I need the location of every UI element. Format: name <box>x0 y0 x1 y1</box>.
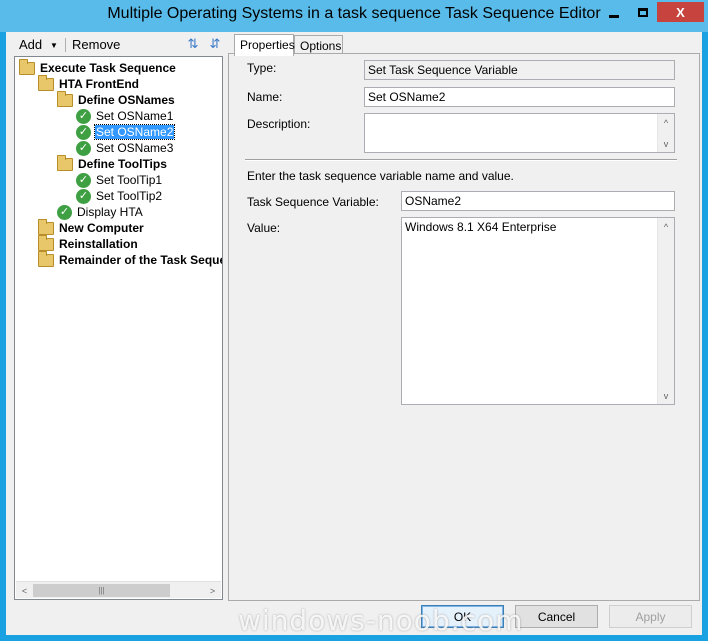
tree-toolbar: Add ▼ Remove ⇅ ⇵ <box>12 35 222 55</box>
instruction-text: Enter the task sequence variable name an… <box>247 169 514 183</box>
cancel-button[interactable]: Cancel <box>515 605 598 628</box>
value-textarea[interactable]: Windows 8.1 X64 Enterprise ^ v <box>401 217 675 405</box>
tree-viewport: Execute Task Sequence HTA FrontEnd Define … <box>15 57 222 577</box>
type-field: Set Task Sequence Variable <box>364 60 675 80</box>
scroll-thumb[interactable]: ||| <box>33 584 170 597</box>
description-scrollbar[interactable]: ^ v <box>657 114 674 152</box>
folder-icon <box>57 90 73 107</box>
tree-item-label: Set OSName1 <box>96 109 174 123</box>
tree-item-label: Execute Task Sequence <box>40 61 176 75</box>
scroll-down-icon[interactable]: v <box>658 387 674 404</box>
folder-icon <box>38 234 54 251</box>
scroll-up-icon[interactable]: ^ <box>658 114 674 131</box>
tree-item[interactable]: ✓ Set OSName2 <box>76 124 176 140</box>
toolbar-separator <box>65 38 66 52</box>
description-label: Description: <box>247 117 311 131</box>
add-menu-button[interactable]: Add <box>19 37 42 52</box>
scroll-up-icon[interactable]: ^ <box>658 218 674 235</box>
section-divider <box>245 159 677 161</box>
value-label: Value: <box>247 221 281 235</box>
tree-item-label: Set ToolTip2 <box>96 189 163 203</box>
tree-item[interactable]: Remainder of the Task Sequence <box>38 250 222 268</box>
folder-icon <box>38 250 54 267</box>
tree-item[interactable]: Reinstallation <box>38 234 139 252</box>
title-bar[interactable]: Multiple Operating Systems in a task seq… <box>0 0 708 32</box>
scroll-down-icon[interactable]: v <box>658 135 674 152</box>
tree-item[interactable]: ✓ Set ToolTip1 <box>76 172 163 188</box>
move-down-icon[interactable]: ⇵ <box>206 36 224 54</box>
tree-item-label: Set OSName3 <box>96 141 174 155</box>
move-up-icon[interactable]: ⇅ <box>184 36 202 54</box>
name-input[interactable]: Set OSName2 <box>364 87 675 107</box>
close-icon: X <box>676 4 685 20</box>
folder-icon <box>38 74 54 91</box>
tree-item-label: HTA FrontEnd <box>59 77 139 91</box>
tree-item[interactable]: Define ToolTips <box>57 154 168 172</box>
editor-client-area: Add ▼ Remove ⇅ ⇵ Execute Task Sequence HT… <box>6 32 702 635</box>
folder-icon <box>19 58 35 75</box>
folder-icon <box>38 218 54 235</box>
tree-item[interactable]: ✓ Display HTA <box>57 204 144 220</box>
tree-item-label: Reinstallation <box>59 237 138 251</box>
watermark: windows-noob.com <box>238 604 524 637</box>
task-sequence-tree[interactable]: Execute Task Sequence HTA FrontEnd Define … <box>14 56 223 600</box>
tree-item-label: New Computer <box>59 221 144 235</box>
minimize-icon <box>609 14 619 18</box>
value-scrollbar[interactable]: ^ v <box>657 218 674 404</box>
check-icon: ✓ <box>76 140 91 156</box>
variable-label: Task Sequence Variable: <box>247 195 379 209</box>
tree-item[interactable]: ✓ Set ToolTip2 <box>76 188 163 204</box>
close-button[interactable]: X <box>657 2 704 22</box>
maximize-button[interactable] <box>628 2 657 22</box>
chevron-down-icon[interactable]: ▼ <box>50 41 58 50</box>
scroll-left-icon[interactable]: < <box>16 582 33 599</box>
folder-icon <box>57 154 73 171</box>
properties-panel: Type: Set Task Sequence Variable Name: S… <box>228 53 700 601</box>
description-textarea[interactable]: ^ v <box>364 113 675 153</box>
tree-horizontal-scrollbar[interactable]: < ||| > <box>16 581 221 598</box>
task-sequence-editor-window: Multiple Operating Systems in a task seq… <box>0 0 708 641</box>
tree-item[interactable]: New Computer <box>38 218 145 236</box>
remove-button[interactable]: Remove <box>72 37 120 52</box>
value-text: Windows 8.1 X64 Enterprise <box>405 220 557 234</box>
tree-item[interactable]: HTA FrontEnd <box>38 74 140 92</box>
tree-item-label: Display HTA <box>77 205 143 219</box>
tree-item[interactable]: Execute Task Sequence <box>19 58 177 76</box>
tree-item[interactable]: Define OSNames <box>57 90 176 108</box>
tab-properties[interactable]: Properties <box>234 34 295 56</box>
check-icon: ✓ <box>76 124 91 140</box>
variable-input[interactable]: OSName2 <box>401 191 675 211</box>
scroll-right-icon[interactable]: > <box>204 582 221 599</box>
maximize-icon <box>637 7 648 17</box>
check-icon: ✓ <box>57 204 72 220</box>
grip-icon: ||| <box>98 586 105 595</box>
tree-item-label: Remainder of the Task Sequence <box>59 253 222 267</box>
minimize-button[interactable] <box>600 2 628 22</box>
tree-item-label: Define ToolTips <box>78 157 167 171</box>
tree-item-label: Define OSNames <box>78 93 175 107</box>
tree-item-label: Set ToolTip1 <box>96 173 163 187</box>
apply-button[interactable]: Apply <box>609 605 692 628</box>
tree-item[interactable]: ✓ Set OSName3 <box>76 140 174 156</box>
tree-item[interactable]: ✓ Set OSName1 <box>76 108 174 124</box>
name-label: Name: <box>247 90 283 104</box>
description-text <box>365 114 674 118</box>
type-label: Type: <box>247 61 277 75</box>
tree-item-label: Set OSName2 <box>93 124 176 140</box>
check-icon: ✓ <box>76 108 91 124</box>
check-icon: ✓ <box>76 188 91 204</box>
check-icon: ✓ <box>76 172 91 188</box>
